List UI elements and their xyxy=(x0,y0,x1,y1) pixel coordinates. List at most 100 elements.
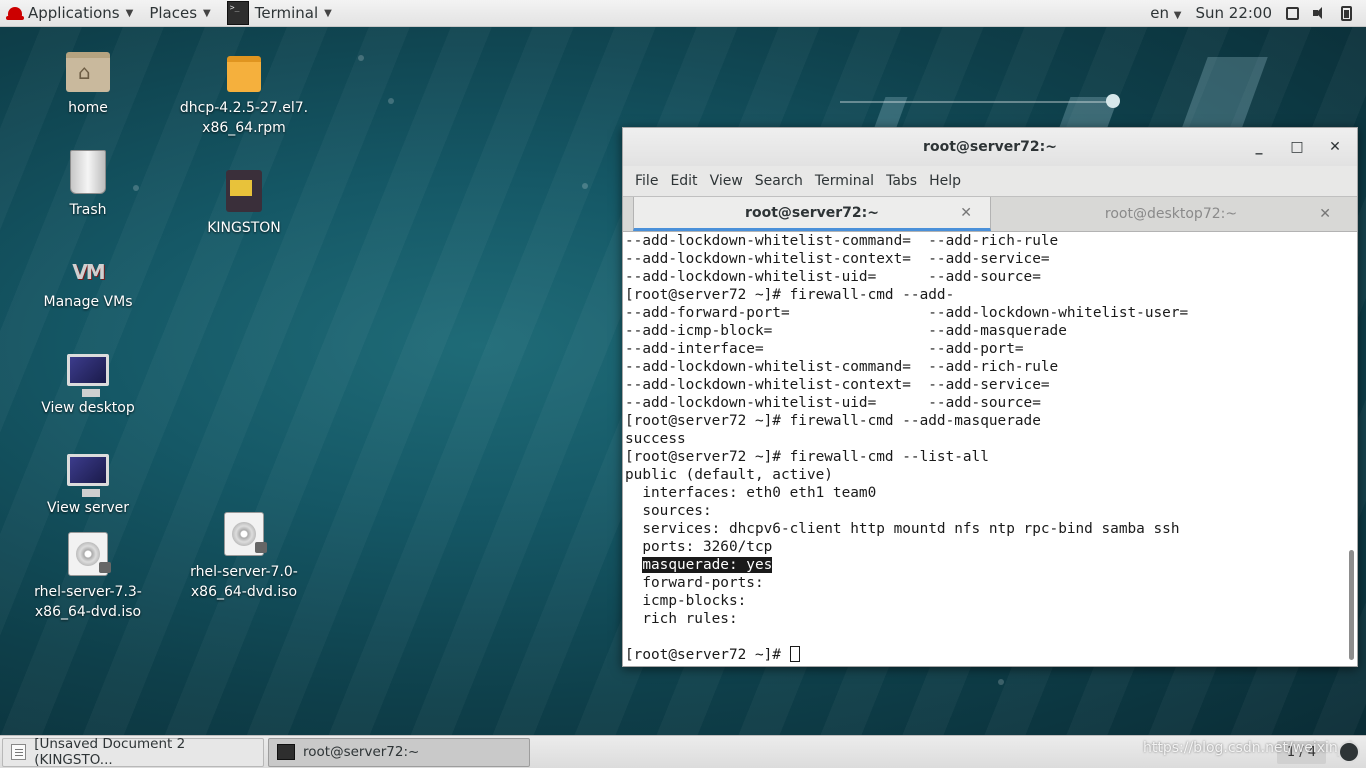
terminal-line: --add-lockdown-whitelist-uid= --add-sour… xyxy=(625,395,1041,411)
desktop-icon-view-server[interactable]: View server xyxy=(18,454,158,518)
terminal-line: [root@server72 ~]# firewall-cmd --list-a… xyxy=(625,449,989,465)
scrollbar[interactable] xyxy=(1347,236,1355,662)
taskbar-item-label: [Unsaved Document 2 (KINGSTO... xyxy=(34,736,186,768)
terminal-app-label: Terminal xyxy=(254,4,319,22)
chevron-down-icon: ▼ xyxy=(1173,10,1182,21)
desktop-icon-label: x86_64.rpm xyxy=(202,120,286,136)
menu-tabs[interactable]: Tabs xyxy=(882,170,921,192)
desktop-icon-rhel70-iso[interactable]: rhel-server-7.0- x86_64-dvd.iso xyxy=(174,512,314,602)
terminal-line: --add-lockdown-whitelist-command= --add-… xyxy=(625,359,1059,375)
shell-prompt: [root@server72 ~]# xyxy=(625,647,790,663)
terminal-prompt-line: [root@server72 ~]# xyxy=(625,646,1343,664)
terminal-line: --add-icmp-block= --add-masquerade xyxy=(625,323,1067,339)
desktop-icon-label: Manage VMs xyxy=(43,294,133,310)
terminal-line: public (default, active) xyxy=(625,467,833,483)
tab-bar: root@server72:~ ✕ root@desktop72:~ ✕ xyxy=(623,196,1357,232)
terminal-lines: --add-lockdown-whitelist-command= --add-… xyxy=(625,232,1343,556)
places-menu[interactable]: Places ▼ xyxy=(141,0,218,27)
desktop-icon-trash[interactable]: Trash xyxy=(18,150,158,220)
menu-view[interactable]: View xyxy=(706,170,747,192)
tab-label: root@desktop72:~ xyxy=(1104,206,1238,222)
terminal-output[interactable]: --add-lockdown-whitelist-command= --add-… xyxy=(623,232,1357,666)
monitor-icon xyxy=(67,354,109,397)
taskbar-item-gedit[interactable]: [Unsaved Document 2 (KINGSTO... xyxy=(2,736,264,768)
tab-desktop72[interactable]: root@desktop72:~ ✕ xyxy=(993,197,1349,231)
desktop-icon-label: dhcp-4.2.5-27.el7. xyxy=(179,100,309,116)
wallpaper-dot xyxy=(998,679,1004,685)
menu-help[interactable]: Help xyxy=(925,170,965,192)
wallpaper-dot xyxy=(388,98,394,104)
desktop-icon-kingston[interactable]: KINGSTON xyxy=(174,170,314,238)
wallpaper-dot xyxy=(1106,94,1120,108)
terminal-icon xyxy=(277,744,295,760)
document-icon xyxy=(11,744,27,760)
desktop-icon-label: KINGSTON xyxy=(207,220,281,236)
close-tab-icon[interactable]: ✕ xyxy=(960,205,972,221)
close-tab-icon[interactable]: ✕ xyxy=(1319,206,1331,222)
monitor-icon xyxy=(67,454,109,497)
system-tray: en ▼ Sun 22:00 xyxy=(1150,4,1366,22)
desktop-icon-label: View server xyxy=(47,500,129,516)
package-icon xyxy=(227,56,261,92)
terminal-line: services: dhcpv6-client http mountd nfs … xyxy=(625,521,1180,537)
desktop-icon-label: Trash xyxy=(69,202,107,218)
terminal-line: --add-lockdown-whitelist-context= --add-… xyxy=(625,251,1050,267)
chevron-down-icon: ▼ xyxy=(324,7,332,19)
trash-icon xyxy=(70,150,106,194)
window-titlebar[interactable]: root@server72:~ _ □ ✕ xyxy=(623,128,1357,166)
terminal-line: forward-ports: xyxy=(625,575,764,591)
virt-manager-icon: VM xyxy=(72,260,105,284)
maximize-button[interactable]: □ xyxy=(1283,136,1311,158)
desktop-icon-view-desktop[interactable]: View desktop xyxy=(18,354,158,418)
minimize-button[interactable]: _ xyxy=(1245,136,1273,158)
text-cursor xyxy=(789,646,800,662)
terminal-line: [root@server72 ~]# firewall-cmd --add- xyxy=(625,287,955,303)
desktop-icon-label: home xyxy=(68,100,108,116)
window-controls: _ □ ✕ xyxy=(1245,136,1349,158)
selected-text: masquerade: yes xyxy=(642,557,773,573)
desktop-icon-label: rhel-server-7.3- xyxy=(34,584,142,600)
language-selector[interactable]: en ▼ xyxy=(1150,4,1181,22)
close-button[interactable]: ✕ xyxy=(1321,136,1349,158)
terminal-line: masquerade: yes xyxy=(625,556,1343,574)
desktop-icon-label: rhel-server-7.0- xyxy=(190,564,298,580)
clock[interactable]: Sun 22:00 xyxy=(1195,4,1272,22)
window-icon[interactable] xyxy=(1286,6,1299,20)
terminal-line: interfaces: eth0 eth1 team0 xyxy=(625,485,877,501)
terminal-line: --add-forward-port= --add-lockdown-white… xyxy=(625,305,1189,321)
menu-edit[interactable]: Edit xyxy=(666,170,701,192)
desktop-icon-rhel73-iso[interactable]: rhel-server-7.3- x86_64-dvd.iso xyxy=(18,532,158,622)
terminal-line: icmp-blocks: xyxy=(625,593,747,609)
disc-image-icon xyxy=(68,532,111,576)
menubar: File Edit View Search Terminal Tabs Help xyxy=(623,166,1357,196)
desktop-icon-manage-vms[interactable]: VM Manage VMs xyxy=(18,262,158,312)
terminal-line: --add-lockdown-whitelist-command= --add-… xyxy=(625,233,1059,249)
language-label: en xyxy=(1150,4,1169,22)
desktop-icon-label: x86_64-dvd.iso xyxy=(34,604,142,620)
wallpaper-shape xyxy=(1182,57,1268,127)
scrollbar-thumb[interactable] xyxy=(1349,550,1354,660)
taskbar-item-terminal[interactable]: root@server72:~ xyxy=(268,737,530,767)
menu-file[interactable]: File xyxy=(631,170,662,192)
volume-icon[interactable] xyxy=(1313,6,1327,20)
terminal-app-menu[interactable]: Terminal ▼ xyxy=(219,0,340,27)
applications-label: Applications xyxy=(28,4,120,22)
terminal-line: rich rules: xyxy=(625,611,738,627)
menu-terminal[interactable]: Terminal xyxy=(811,170,878,192)
tab-server72[interactable]: root@server72:~ ✕ xyxy=(633,197,991,231)
desktop-icon-label: x86_64-dvd.iso xyxy=(190,584,298,600)
desktop-icon-home[interactable]: home xyxy=(18,52,158,118)
terminal-line: --add-lockdown-whitelist-uid= --add-sour… xyxy=(625,269,1041,285)
disc-image-icon xyxy=(224,512,267,556)
battery-icon[interactable] xyxy=(1341,5,1352,21)
tab-label: root@server72:~ xyxy=(745,204,879,221)
desktop-icon-dhcp-rpm[interactable]: dhcp-4.2.5-27.el7. x86_64.rpm xyxy=(174,56,314,138)
wallpaper-dot xyxy=(582,183,588,189)
menu-search[interactable]: Search xyxy=(751,170,807,192)
terminal-line: ports: 3260/tcp xyxy=(625,539,773,555)
notification-icon[interactable] xyxy=(1338,741,1360,763)
applications-menu[interactable]: Applications ▼ xyxy=(0,0,141,27)
redhat-logo-icon xyxy=(6,7,24,20)
